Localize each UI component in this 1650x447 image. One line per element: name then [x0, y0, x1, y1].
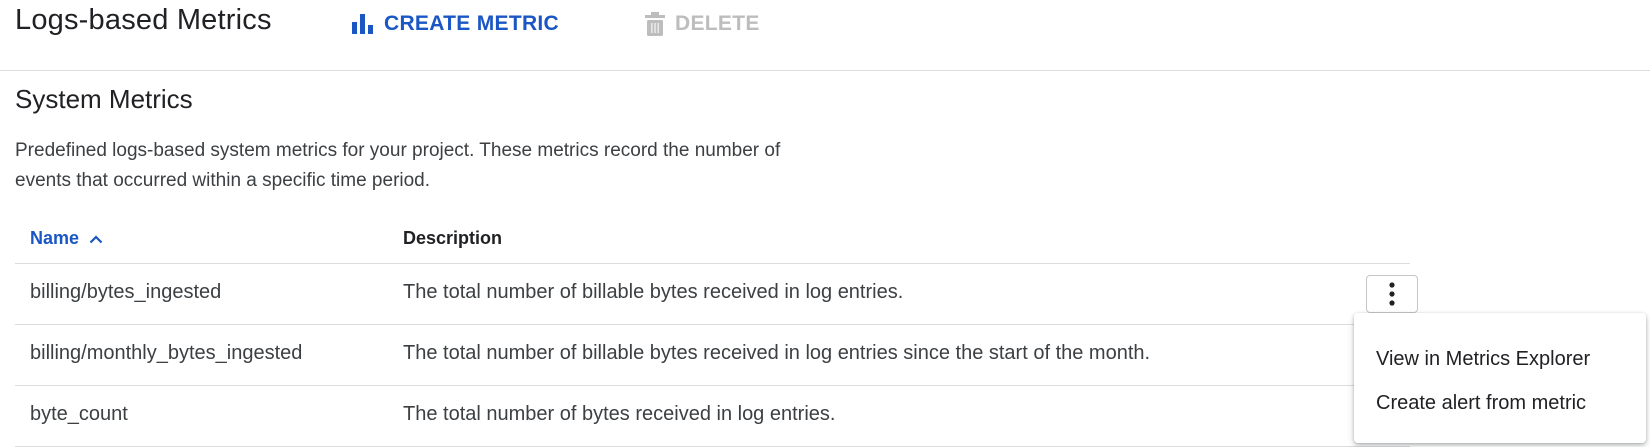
- metric-name[interactable]: billing/monthly_bytes_ingested: [30, 342, 302, 365]
- column-header-name[interactable]: Name: [30, 228, 103, 249]
- table-row[interactable]: billing/bytes_ingested The total number …: [15, 264, 1418, 325]
- delete-button[interactable]: DELETE: [645, 10, 760, 38]
- row-actions-menu: View in Metrics Explorer Create alert fr…: [1354, 313, 1646, 443]
- metric-name[interactable]: byte_count: [30, 403, 128, 426]
- menu-item-create-alert[interactable]: Create alert from metric: [1354, 381, 1646, 425]
- section-description: Predefined logs-based system metrics for…: [15, 140, 781, 191]
- column-header-name-label: Name: [30, 228, 80, 248]
- trash-icon: [645, 12, 665, 36]
- column-header-description[interactable]: Description: [403, 228, 502, 249]
- metric-description: The total number of billable bytes recei…: [403, 342, 1151, 364]
- more-vert-icon: [1389, 282, 1395, 306]
- section-title: System Metrics: [15, 84, 193, 114]
- create-metric-button[interactable]: CREATE METRIC: [352, 10, 559, 38]
- table-header: Name Description: [15, 215, 1410, 264]
- page-header: Logs-based Metrics CREATE METRIC DELETE: [0, 0, 1650, 71]
- row-actions-button[interactable]: [1366, 275, 1418, 313]
- table-row[interactable]: billing/monthly_bytes_ingested The total…: [15, 325, 1410, 386]
- delete-label: DELETE: [675, 12, 760, 35]
- table-row[interactable]: byte_count The total number of bytes rec…: [15, 386, 1410, 447]
- metric-description: The total number of bytes received in lo…: [403, 403, 836, 425]
- bar-chart-icon: [352, 14, 374, 34]
- metric-description: The total number of billable bytes recei…: [403, 281, 904, 303]
- metric-name[interactable]: billing/bytes_ingested: [30, 281, 221, 304]
- sort-ascending-icon: [89, 234, 103, 244]
- page-title: Logs-based Metrics: [15, 4, 272, 36]
- metrics-table: Name Description billing/bytes_ingested …: [15, 215, 1418, 447]
- menu-item-view-in-metrics-explorer[interactable]: View in Metrics Explorer: [1354, 337, 1646, 381]
- create-metric-label: CREATE METRIC: [384, 12, 560, 35]
